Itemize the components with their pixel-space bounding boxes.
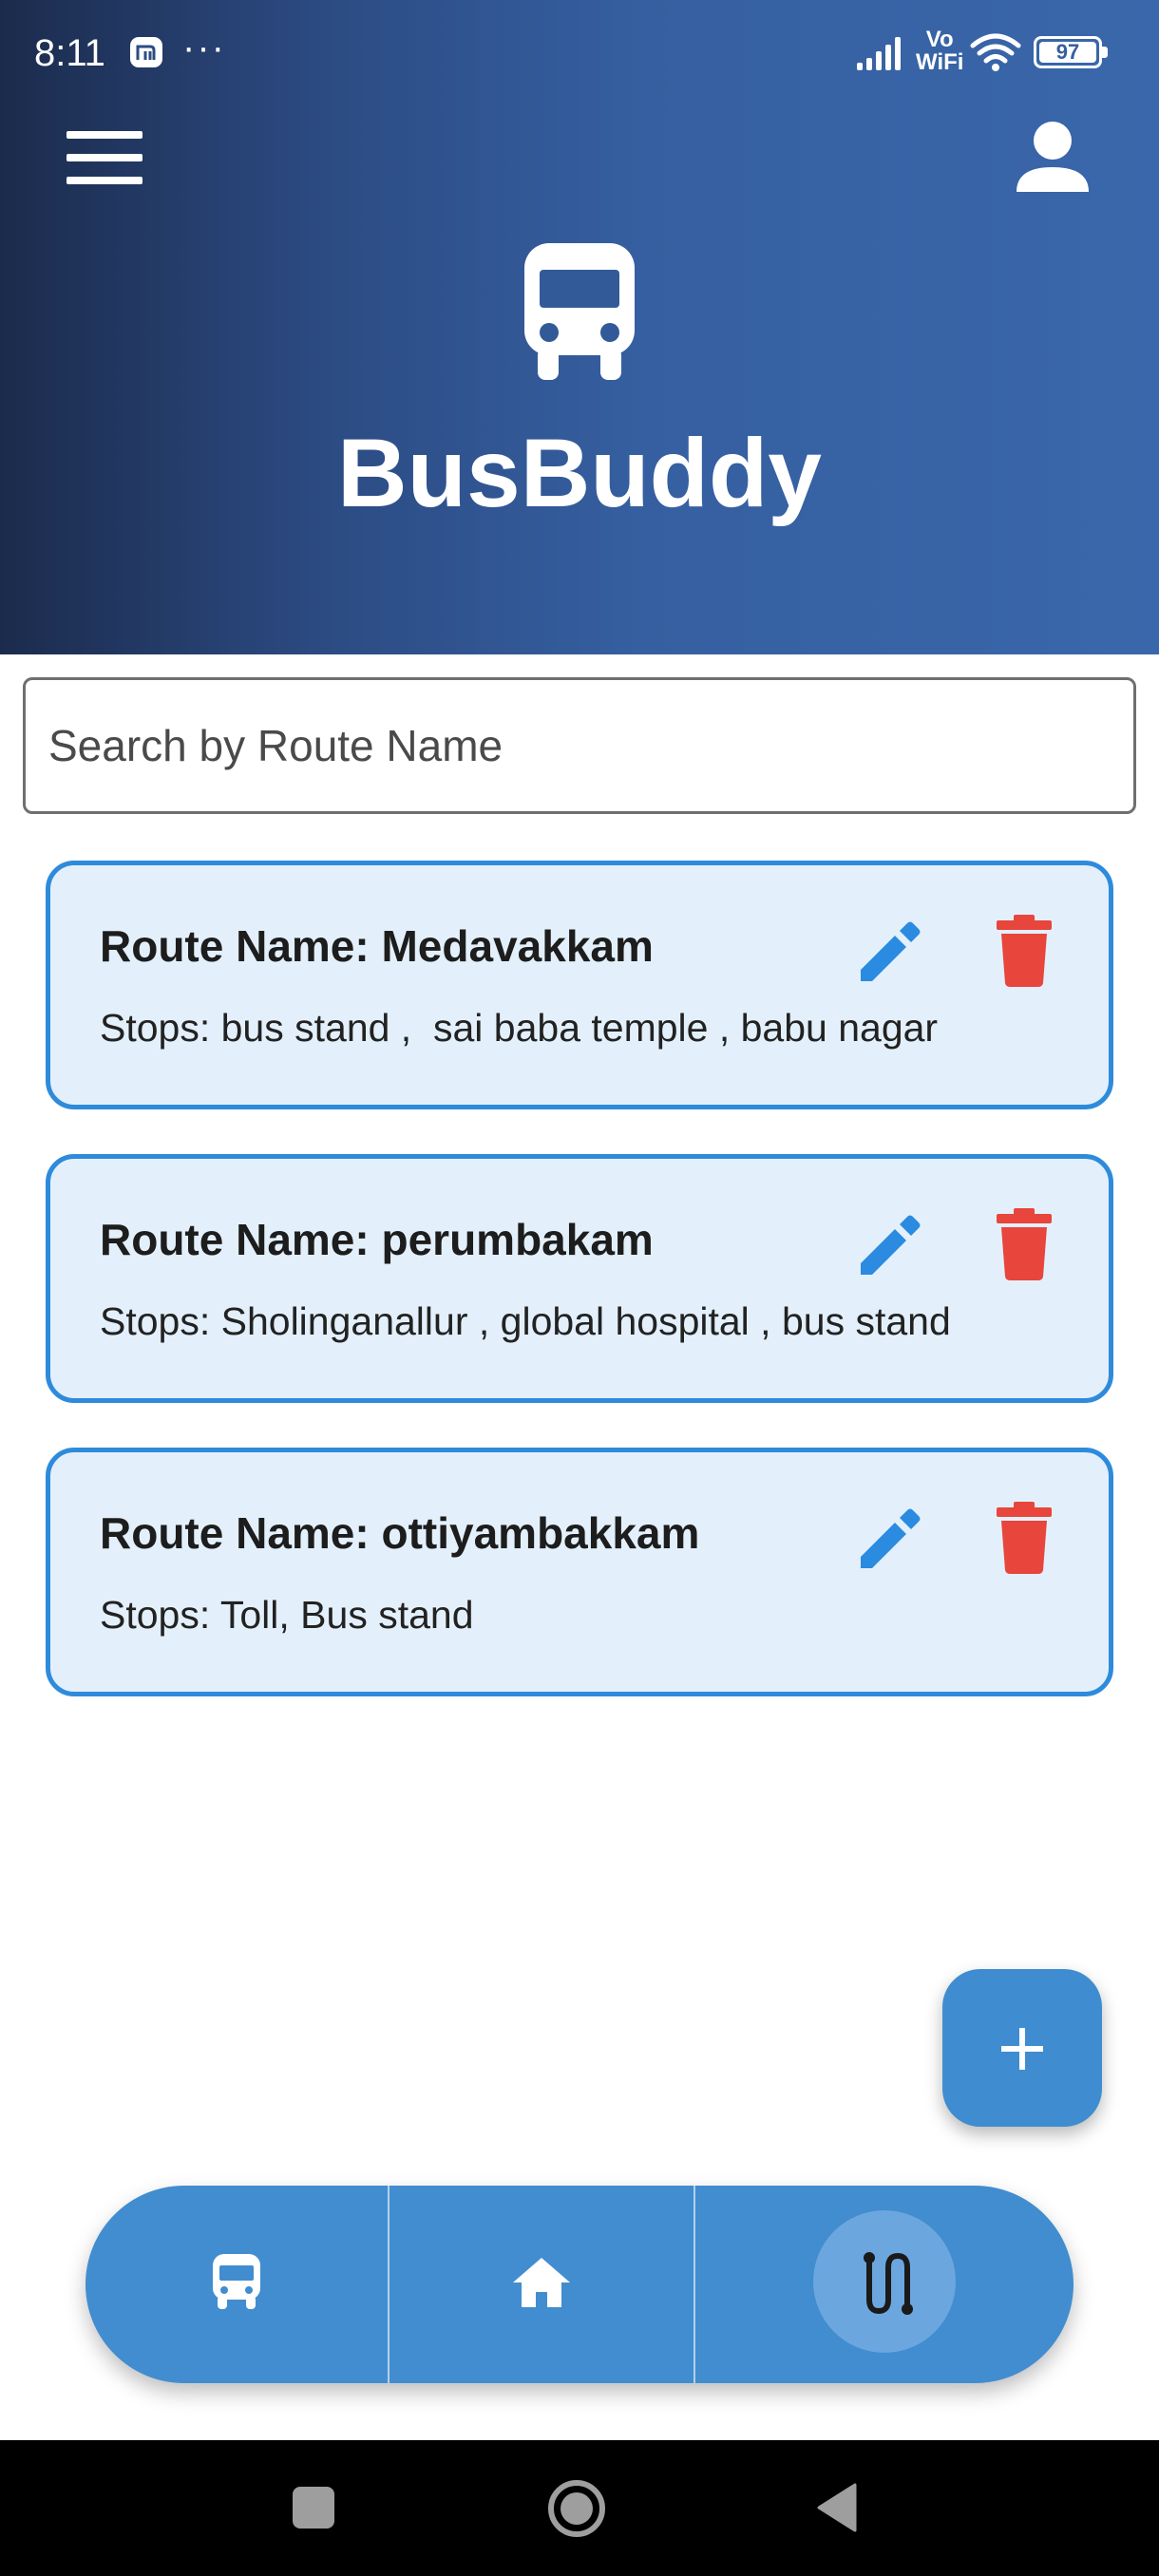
pencil-icon[interactable]: [853, 913, 929, 989]
vowifi-label-top: Vo: [925, 27, 954, 52]
more-notifications-indicator: ···: [182, 27, 226, 68]
bus-icon: [213, 2254, 260, 2309]
nav-item-buses[interactable]: [86, 2186, 388, 2383]
plus-icon: [1001, 2028, 1043, 2070]
trash-icon[interactable]: [991, 1206, 1057, 1282]
route-card[interactable]: Route Name: perumbakam Stops: Sholingana…: [46, 1154, 1113, 1403]
bottom-navigation: [86, 2186, 1074, 2383]
route-card[interactable]: Route Name: ottiyambakkam Stops: Toll, B…: [46, 1448, 1113, 1696]
trash-icon[interactable]: [991, 913, 1057, 989]
vowifi-label-bottom: WiFi: [916, 49, 964, 75]
route-card[interactable]: Route Name: Medavakkam Stops: bus stand …: [46, 861, 1113, 1109]
battery-tip: [1102, 47, 1108, 58]
vowifi-indicator: Vo WiFi: [916, 28, 963, 74]
signal-icon: [857, 37, 901, 70]
hamburger-menu-icon[interactable]: [57, 122, 152, 194]
bus-icon: [524, 243, 635, 380]
routes-screen: 8:11 ··· Vo WiFi 97 BusBuddy Search by R…: [0, 0, 1159, 2576]
recents-square-icon[interactable]: [293, 2487, 334, 2529]
status-time: 8:11: [34, 32, 105, 74]
add-route-button[interactable]: [942, 1969, 1102, 2127]
mi-icon: [130, 37, 162, 67]
pencil-icon[interactable]: [853, 1206, 929, 1282]
system-navigation-bar: [0, 2440, 1159, 2576]
route-stops: Stops: Toll, Bus stand: [100, 1593, 474, 1637]
back-triangle-icon[interactable]: [815, 2483, 857, 2532]
wifi-icon: [970, 33, 1021, 71]
route-name: Route Name: Medavakkam: [100, 921, 654, 971]
trash-icon[interactable]: [991, 1500, 1057, 1576]
route-icon: [864, 2252, 913, 2315]
search-input[interactable]: [26, 680, 1133, 811]
route-stops: Stops: Sholinganallur , global hospital …: [100, 1299, 951, 1343]
home-icon: [513, 2258, 570, 2307]
route-name: Route Name: ottiyambakkam: [100, 1508, 700, 1558]
app-header: 8:11 ··· Vo WiFi 97 BusBuddy: [0, 0, 1159, 654]
search-field: [23, 677, 1136, 814]
app-title: BusBuddy: [337, 419, 822, 527]
battery-indicator: 97: [1034, 36, 1108, 68]
pencil-icon[interactable]: [853, 1500, 929, 1576]
status-bar: 8:11 ··· Vo WiFi 97: [0, 0, 1159, 104]
home-circle-icon[interactable]: [547, 2479, 606, 2538]
nav-item-routes[interactable]: [695, 2186, 1074, 2383]
person-icon[interactable]: [1007, 112, 1098, 203]
route-name: Route Name: perumbakam: [100, 1215, 654, 1264]
battery-level: 97: [1055, 40, 1080, 64]
nav-item-home[interactable]: [390, 2186, 694, 2383]
route-stops: Stops: bus stand , sai baba temple , bab…: [100, 1006, 939, 1050]
